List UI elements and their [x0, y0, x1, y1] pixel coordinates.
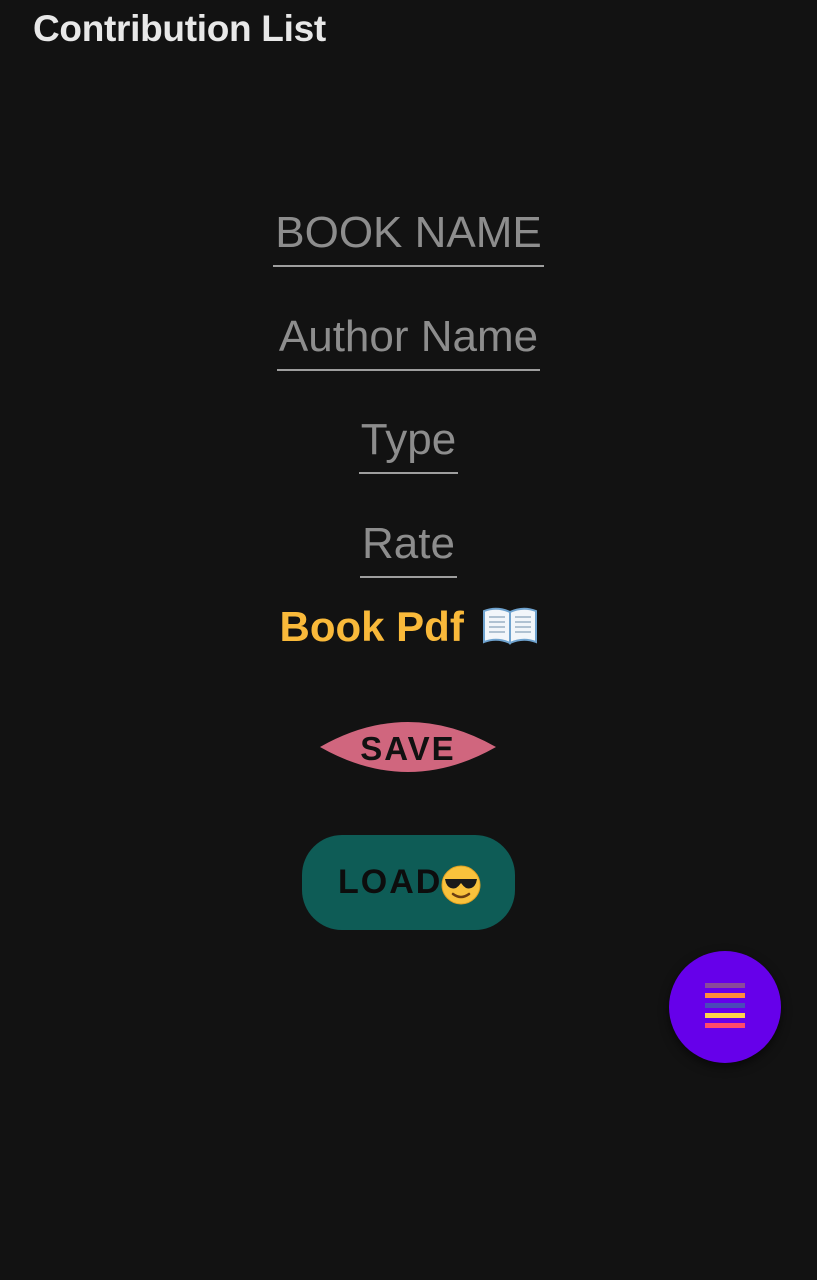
load-button[interactable]: LOAD — [302, 835, 515, 930]
type-input[interactable]: Type — [358, 414, 459, 474]
type-field-container: Type — [0, 414, 817, 474]
load-button-label: LOAD — [338, 863, 443, 901]
save-button-label: SAVE — [360, 730, 456, 767]
page-title: Contribution List — [33, 8, 326, 49]
book-name-field-container: BOOK NAME — [0, 207, 817, 267]
book-pdf-picker[interactable]: Book Pdf — [0, 603, 817, 651]
menu-fab-button[interactable] — [669, 951, 781, 1063]
author-name-field-container: Author Name — [0, 311, 817, 371]
sunglasses-face-icon — [441, 865, 481, 905]
book-pdf-label: Book Pdf — [279, 603, 464, 650]
rate-input[interactable]: Rate — [360, 518, 457, 578]
rate-field-container: Rate — [0, 518, 817, 578]
book-name-input[interactable]: BOOK NAME — [273, 207, 544, 267]
author-name-input[interactable]: Author Name — [276, 311, 541, 371]
open-book-icon — [482, 607, 537, 645]
save-button[interactable]: SAVE — [320, 722, 496, 772]
